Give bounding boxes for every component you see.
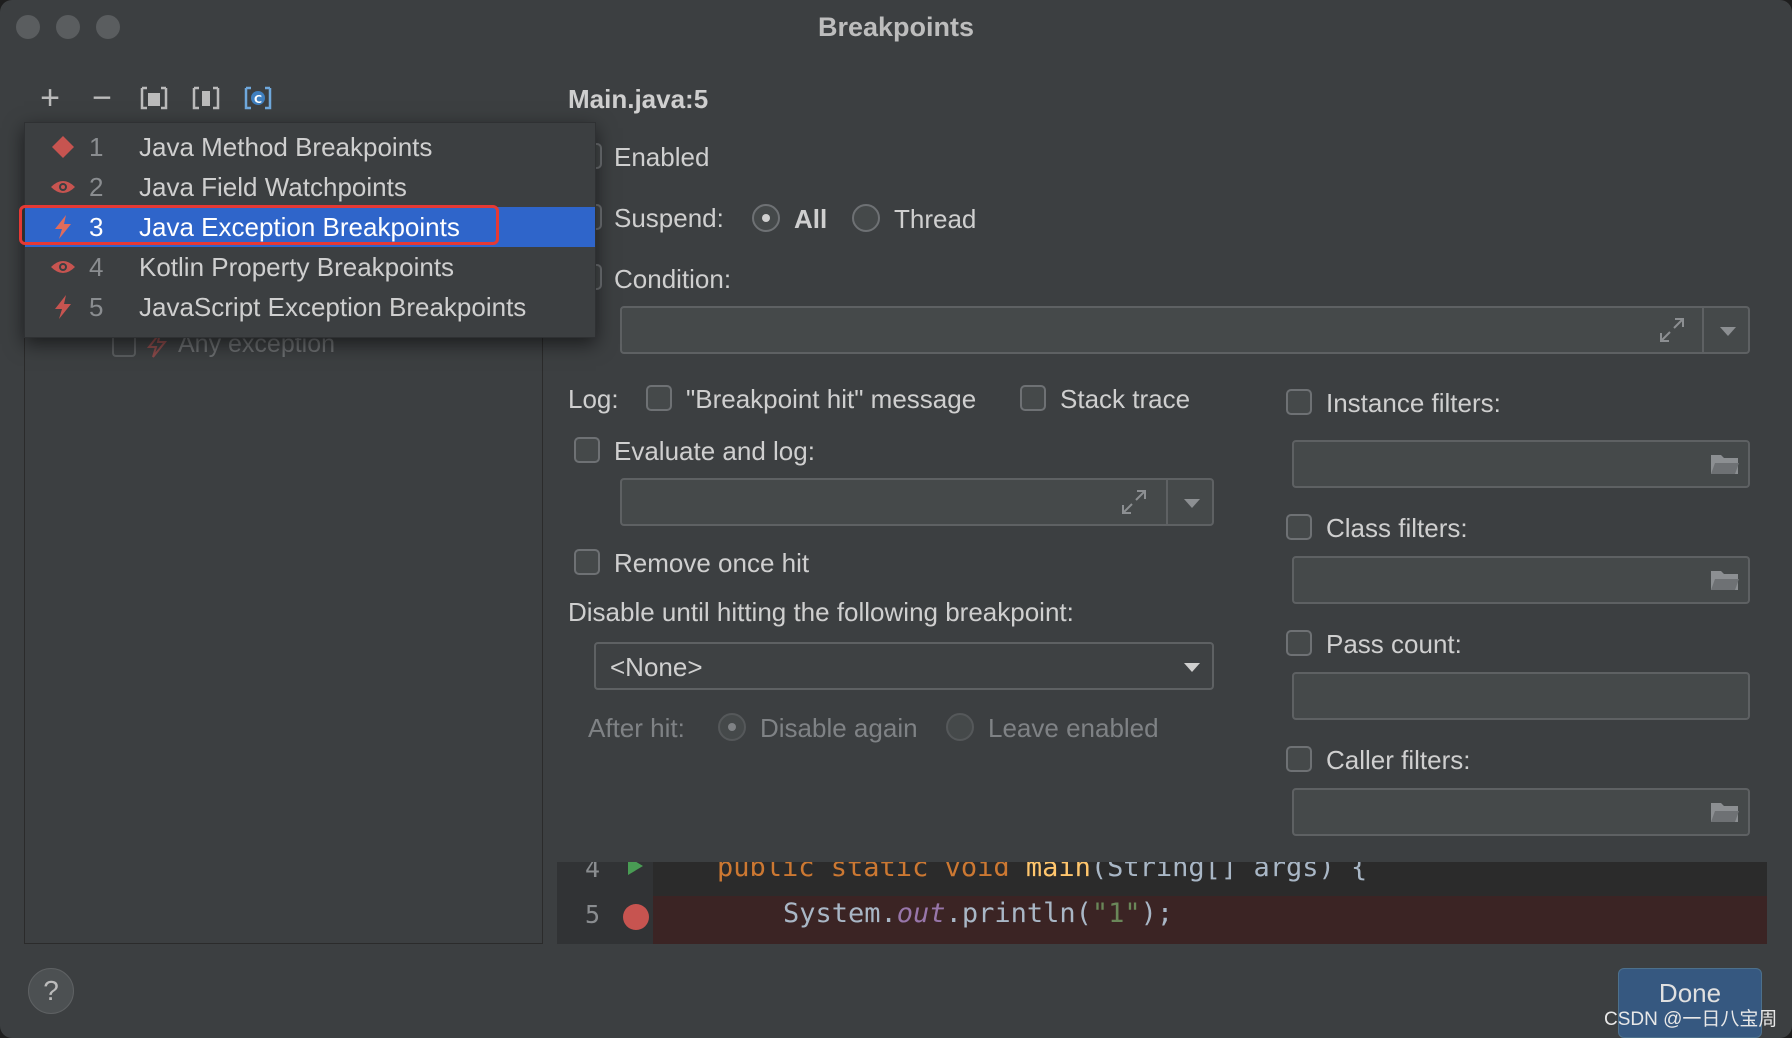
menu-item-java-method-breakpoints[interactable]: 1 Java Method Breakpoints xyxy=(25,127,595,167)
group-by-class-button[interactable]: C xyxy=(238,80,278,116)
log-message-checkbox[interactable] xyxy=(646,385,672,411)
menu-item-label: Kotlin Property Breakpoints xyxy=(139,251,455,282)
menu-item-label: Java Field Watchpoints xyxy=(139,171,407,202)
evaluate-and-log-label: Evaluate and log: xyxy=(614,436,815,466)
suspend-label: Suspend: xyxy=(614,203,724,233)
eye-icon xyxy=(49,253,77,281)
chevron-down-icon[interactable] xyxy=(1184,499,1200,508)
remove-once-hit-label: Remove once hit xyxy=(614,548,810,578)
menu-item-number: 1 xyxy=(89,131,104,162)
add-breakpoint-menu: 1 Java Method Breakpoints 2 Java Field W… xyxy=(19,122,596,338)
group-package-icon xyxy=(192,86,220,110)
caller-filters-checkbox[interactable] xyxy=(1286,746,1312,772)
window-title: Breakpoints xyxy=(817,12,975,42)
code-preview: 4 5 public static void main(String[] arg… xyxy=(557,862,1767,944)
class-filters-label: Class filters: xyxy=(1326,513,1468,543)
menu-item-label: Java Method Breakpoints xyxy=(139,131,433,162)
disable-until-select[interactable]: <None> xyxy=(594,642,1214,690)
folder-icon[interactable] xyxy=(1710,452,1740,476)
log-message-label: "Breakpoint hit" message xyxy=(686,384,977,414)
menu-item-number: 4 xyxy=(89,251,104,282)
suspend-all-radio[interactable] xyxy=(752,204,780,232)
instance-filters-input[interactable] xyxy=(1292,440,1750,488)
group-class-icon: C xyxy=(244,86,272,110)
menu-item-java-exception-breakpoints[interactable]: 3 Java Exception Breakpoints xyxy=(25,207,595,247)
line-number: 5 xyxy=(585,900,601,929)
instance-filters-label: Instance filters: xyxy=(1326,388,1501,418)
menu-item-label: Java Exception Breakpoints xyxy=(139,211,460,242)
suspend-thread-label: Thread xyxy=(894,204,977,234)
code-line-4: public static void main(String[] args) { xyxy=(717,862,1367,883)
group-by-package-button[interactable] xyxy=(186,80,226,116)
run-icon[interactable] xyxy=(625,862,645,876)
after-hit-label: After hit: xyxy=(588,713,685,743)
breakpoint-title: Main.java:5 xyxy=(568,84,709,114)
pass-count-input[interactable] xyxy=(1292,672,1750,720)
class-filters-input[interactable] xyxy=(1292,556,1750,604)
code-line-5: System.out.println("1"); xyxy=(783,898,1173,929)
folder-icon[interactable] xyxy=(1710,800,1740,824)
watermark: CSDN @一日八宝周 xyxy=(1604,1009,1778,1030)
caller-filters-label: Caller filters: xyxy=(1326,745,1471,775)
menu-item-label: JavaScript Exception Breakpoints xyxy=(139,291,527,322)
add-breakpoint-button[interactable]: + xyxy=(30,79,70,117)
evaluate-and-log-input[interactable] xyxy=(620,478,1214,526)
lightning-icon xyxy=(49,213,77,241)
code-text: .println( xyxy=(945,898,1092,929)
menu-item-number: 2 xyxy=(89,171,104,202)
evaluate-and-log-checkbox[interactable] xyxy=(574,437,600,463)
code-keyword: public static void xyxy=(717,862,1026,883)
breakpoints-dialog: Breakpoints + − C Any exception Main.jav… xyxy=(0,0,1792,1038)
instance-filters-checkbox[interactable] xyxy=(1286,389,1312,415)
eye-icon xyxy=(49,173,77,201)
diamond-icon xyxy=(49,133,77,161)
suspend-all-label: All xyxy=(794,204,828,234)
code-text: System. xyxy=(783,898,897,929)
menu-item-kotlin-property-breakpoints[interactable]: 4 Kotlin Property Breakpoints xyxy=(25,247,595,287)
help-button[interactable]: ? xyxy=(28,968,74,1014)
stack-trace-label: Stack trace xyxy=(1060,384,1191,414)
suspend-thread-radio[interactable] xyxy=(852,204,880,232)
enabled-label: Enabled xyxy=(614,142,710,172)
chevron-down-icon xyxy=(1184,663,1200,672)
code-text: ); xyxy=(1140,898,1174,929)
leave-enabled-radio[interactable] xyxy=(946,713,974,741)
expand-icon[interactable] xyxy=(1658,316,1686,344)
caller-filters-input[interactable] xyxy=(1292,788,1750,836)
leave-enabled-label: Leave enabled xyxy=(988,713,1159,743)
menu-item-number: 5 xyxy=(89,291,104,322)
menu-item-number: 3 xyxy=(89,211,104,242)
title-bar: Breakpoints xyxy=(0,0,1792,56)
group-files-icon xyxy=(140,86,168,110)
expand-icon[interactable] xyxy=(1120,488,1148,516)
breakpoint-icon[interactable] xyxy=(621,902,651,932)
code-text: (String[] args) { xyxy=(1090,862,1368,883)
code-string: "1" xyxy=(1091,898,1141,929)
group-by-file-button[interactable] xyxy=(134,80,174,116)
log-label: Log: xyxy=(568,384,619,414)
menu-item-java-field-watchpoints[interactable]: 2 Java Field Watchpoints xyxy=(25,167,595,207)
class-filters-checkbox[interactable] xyxy=(1286,514,1312,540)
disable-again-label: Disable again xyxy=(760,713,918,743)
pass-count-checkbox[interactable] xyxy=(1286,630,1312,656)
folder-icon[interactable] xyxy=(1710,568,1740,592)
disable-until-label: Disable until hitting the following brea… xyxy=(568,597,1074,627)
disable-again-radio[interactable] xyxy=(718,713,746,741)
code-field: out xyxy=(896,898,946,929)
stack-trace-checkbox[interactable] xyxy=(1020,385,1046,411)
svg-text:C: C xyxy=(254,93,262,106)
condition-label: Condition: xyxy=(614,264,732,294)
chevron-down-icon[interactable] xyxy=(1720,327,1736,336)
menu-item-javascript-exception-breakpoints[interactable]: 5 JavaScript Exception Breakpoints xyxy=(25,287,595,327)
remove-breakpoint-button[interactable]: − xyxy=(82,79,122,117)
code-method-name: main xyxy=(1025,862,1091,883)
lightning-icon xyxy=(49,293,77,321)
disable-until-value: <None> xyxy=(610,652,703,682)
remove-once-hit-checkbox[interactable] xyxy=(574,549,600,575)
condition-input[interactable] xyxy=(620,306,1750,354)
line-number: 4 xyxy=(585,862,601,883)
pass-count-label: Pass count: xyxy=(1326,629,1462,659)
